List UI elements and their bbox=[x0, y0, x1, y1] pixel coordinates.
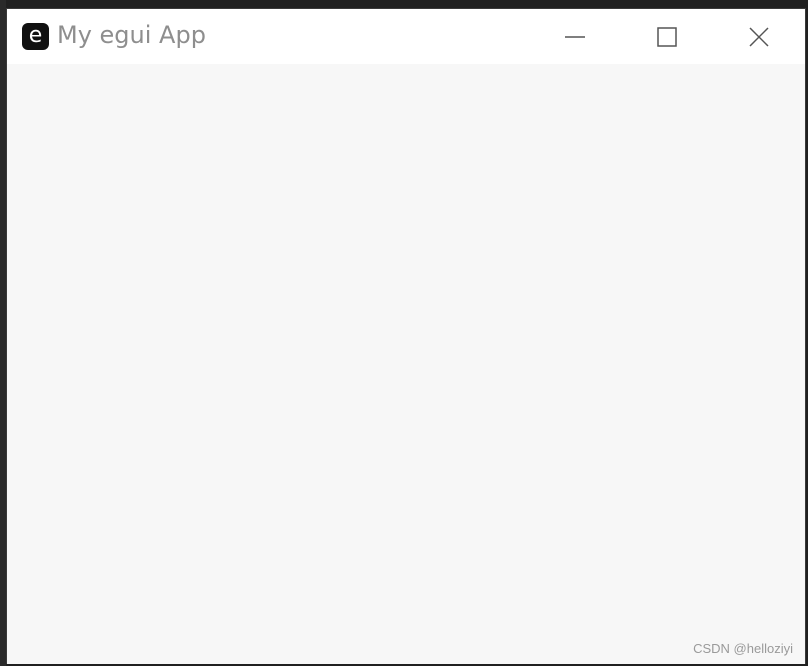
app-content-area: CSDN @helloziyi bbox=[7, 64, 805, 664]
title-bar[interactable]: e My egui App bbox=[7, 9, 805, 64]
minimize-button[interactable] bbox=[529, 9, 621, 64]
egui-app-icon[interactable]: e bbox=[22, 23, 49, 50]
close-button[interactable] bbox=[713, 9, 805, 64]
window-title: My egui App bbox=[57, 21, 206, 49]
minimize-icon bbox=[565, 35, 585, 38]
watermark-text: CSDN @helloziyi bbox=[693, 641, 793, 656]
maximize-icon bbox=[657, 26, 677, 47]
app-window: e My egui App CSDN @helloziyi bbox=[6, 8, 806, 664]
maximize-button[interactable] bbox=[621, 9, 713, 64]
close-icon bbox=[749, 26, 769, 47]
